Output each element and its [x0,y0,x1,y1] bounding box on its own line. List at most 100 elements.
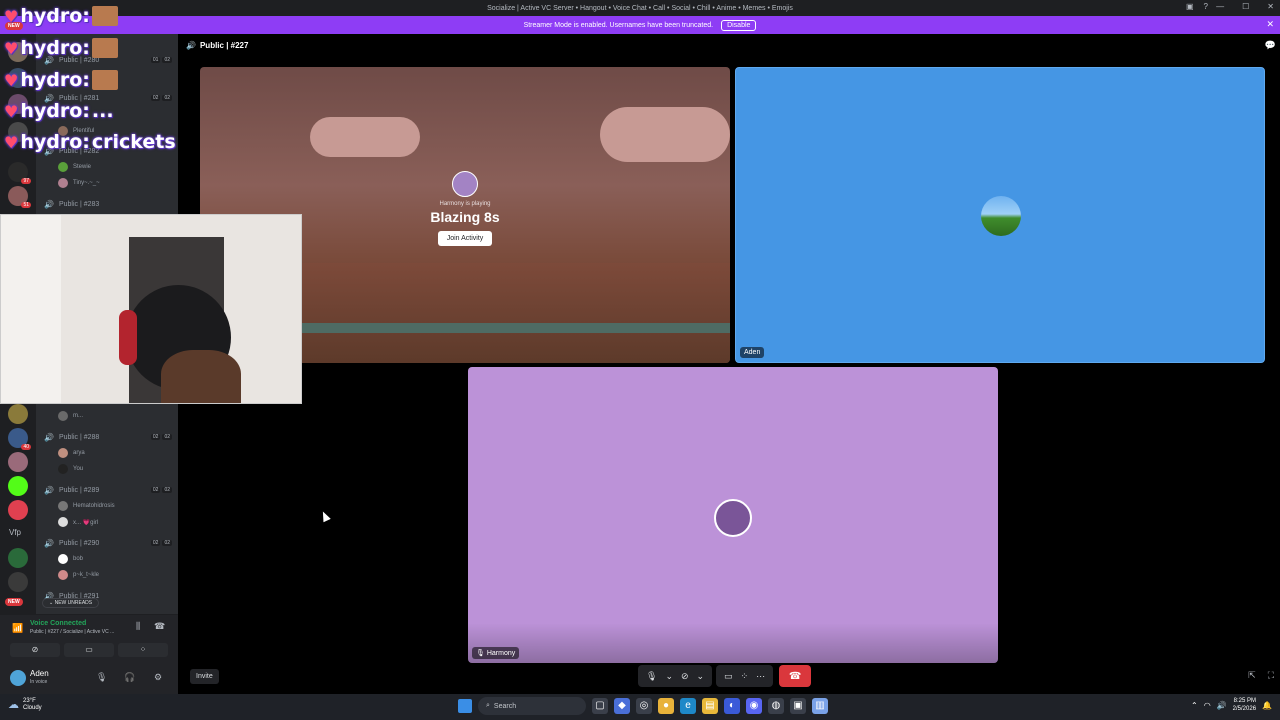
user-panel: Aden In voice 🎙 🎧 ⚙ [0,662,178,694]
channel-name: Public | #290 [58,539,100,547]
clock[interactable]: 8:25 PM 2/5/2026 [1233,698,1256,713]
kick-server-icon[interactable] [8,476,28,496]
app-icon[interactable]: ◎ [636,698,652,714]
inbox-icon[interactable]: ▣ [1186,2,1194,11]
app-icon[interactable]: ◐ [724,698,740,714]
chrome-icon[interactable]: ● [658,698,674,714]
terminal-icon[interactable]: ▣ [790,698,806,714]
avatar [981,196,1021,236]
camera-off-button[interactable]: ⊘ [10,643,60,657]
invite-button[interactable]: Invite [190,669,219,684]
pop-out-icon[interactable]: ⇱ [1248,670,1256,681]
avatar [58,570,68,580]
server-icon[interactable]: 51 [8,186,31,208]
chat-user: hydro: [20,69,90,91]
signal-icon[interactable]: 📶 [12,623,23,634]
clock-date: 2/5/2026 [1232,705,1257,712]
settings-gear-icon[interactable]: ⚙ [154,672,162,683]
participant-tile-harmony[interactable]: 🎙 Harmony [468,367,998,663]
weather-widget[interactable]: ☁ 23°F Cloudy [8,698,42,711]
member-name: You [73,466,84,472]
wifi-icon[interactable]: ◠ [1204,701,1211,710]
discord-icon[interactable]: ◉ [746,698,762,714]
chevron-down-icon[interactable]: ⌄ [697,671,705,682]
activities-icon[interactable]: ⁘ [741,671,749,682]
chat-text: ... [91,100,114,122]
speaker-icon: 🔊 [44,485,54,495]
server-icon[interactable] [8,452,28,472]
share-screen-icon[interactable]: ▭ [724,671,733,682]
participant-name-tag: Aden [740,347,765,358]
voice-channel[interactable]: 🔊 Public | #288 02 02 [44,431,172,443]
tray-chevron-icon[interactable]: ⌃ [1191,701,1198,710]
channel-member[interactable]: bob [58,553,83,565]
channel-name: Public | #288 [58,433,100,441]
server-icon[interactable] [8,548,28,568]
close-button[interactable]: ✕ [1267,2,1274,11]
camera-off-icon[interactable]: ⊘ [681,671,689,682]
maximize-button[interactable]: ☐ [1242,2,1249,11]
noise-suppression-icon[interactable]: ⫼ [136,621,140,632]
server-label[interactable]: Vfp [9,528,21,537]
edge-icon[interactable]: e [680,698,696,714]
user-limit: 02 [162,434,172,440]
disable-streamer-mode-button[interactable]: Disable [721,19,757,31]
channel-member[interactable]: m... [58,410,83,422]
channel-member[interactable]: Tiny~.~_~ [58,177,100,189]
participant-tile-aden[interactable]: Aden [735,67,1265,363]
channel-member[interactable]: x... 💗girl [58,516,98,528]
activities-button[interactable]: ⁘ [118,643,168,657]
server-icon[interactable] [8,500,28,520]
disconnect-icon[interactable]: ☎ [154,621,165,632]
channel-member[interactable]: Stewie [58,161,91,173]
clock-time: 8:25 PM [1233,698,1257,704]
windows-start-icon[interactable] [458,699,472,713]
channel-member[interactable]: arya [58,447,85,459]
chat-bubble-icon[interactable]: 💬 [1265,40,1276,51]
server-icon[interactable] [8,404,28,424]
voice-channel[interactable]: 🔊 Public | #283 [44,198,172,210]
microphone-icon[interactable]: 🎙 [646,671,657,682]
channel-member[interactable]: p~k_t~kle [58,569,99,581]
voice-channel[interactable]: 🔊 Public | #289 02 02 [44,484,172,496]
weather-text: 23°F Cloudy [23,698,42,711]
tile-gradient [468,623,998,663]
server-icon[interactable]: 97 [8,162,31,184]
help-icon[interactable]: ? [1204,2,1208,11]
share-screen-button[interactable]: ▭ [64,643,114,657]
minimize-button[interactable]: — [1216,2,1224,11]
voice-channel[interactable]: 🔊 Public | #290 02 02 [44,537,172,549]
voice-channel-path[interactable]: Public | #227 / Socialize | Active VC ..… [30,629,114,635]
server-icon[interactable] [8,572,28,592]
headphones-icon[interactable]: 🎧 [124,672,135,683]
new-unreads-button[interactable]: ⌄ NEW UNREADS [42,598,100,608]
volume-icon[interactable]: 🔊 [1217,701,1227,710]
task-view-icon[interactable]: ▢ [592,698,608,714]
more-options-icon[interactable]: ⋯ [756,671,765,682]
chat-user: hydro: [20,131,90,153]
heart-icon: ♥ [4,101,19,121]
app-icon[interactable]: ▥ [812,698,828,714]
participant-name-tag: 🎙 Harmony [472,647,520,659]
chevron-down-icon[interactable]: ⌄ [665,671,673,682]
mic-camera-group: 🎙 ⌄ ⊘ ⌄ [638,665,713,687]
close-banner-icon[interactable]: ✕ [1266,19,1274,30]
member-name: Stewie [73,164,92,170]
temperature: 23°F [23,698,36,704]
notifications-icon[interactable]: 🔔 [1262,701,1272,710]
file-explorer-icon[interactable]: ▤ [702,698,718,714]
fullscreen-icon[interactable]: ⛶ [1268,670,1274,681]
disconnect-button[interactable]: ☎ [779,665,812,687]
microphone-icon[interactable]: 🎙 [96,672,107,683]
windows-taskbar: ☁ 23°F Cloudy ⌕ Search ▢ ◆ ◎ ● e ▤ ◐ ◉ ◍ … [0,694,1280,720]
channel-member[interactable]: Hematohidrosis [58,500,115,512]
taskbar-search[interactable]: ⌕ Search [478,697,586,715]
avatar[interactable] [10,670,26,686]
join-activity-button[interactable]: Join Activity [437,231,493,246]
obs-icon[interactable]: ◍ [768,698,784,714]
copilot-icon[interactable]: ◆ [614,698,630,714]
avatar [58,448,68,458]
channel-member[interactable]: You [58,463,83,475]
server-icon[interactable]: 40 [8,428,31,450]
titlebar-tools: ▣ ? [1186,2,1208,11]
